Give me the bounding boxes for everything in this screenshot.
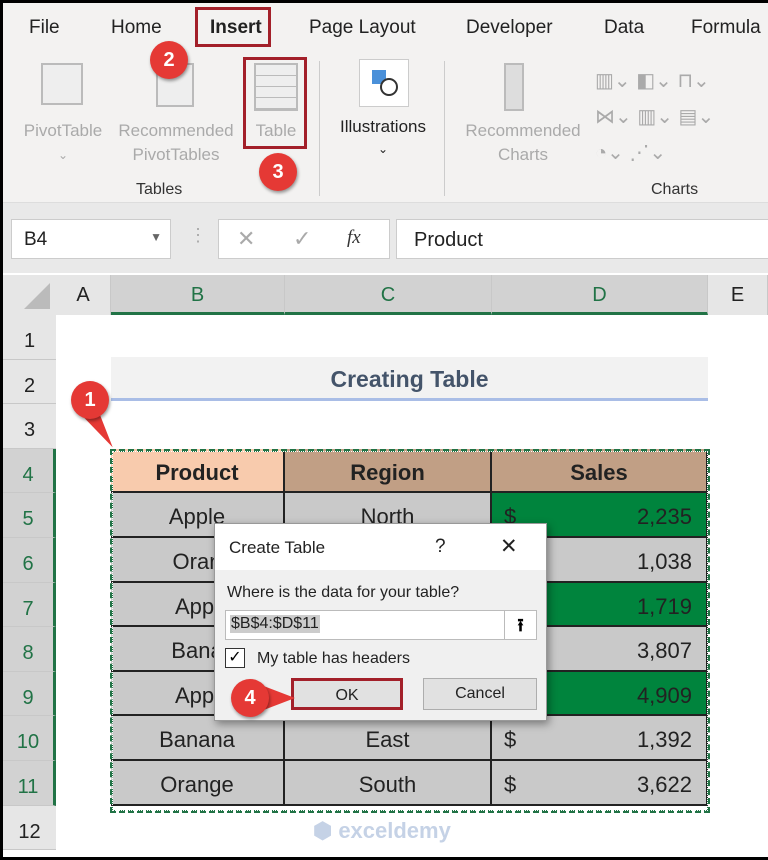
tab-page-layout[interactable]: Page Layout (309, 17, 416, 39)
dialog-titlebar: Create Table ? ✕ (215, 524, 546, 570)
formula-bar-area: B4 ▼ ⋮ ✕ ✓ fx Product (3, 203, 768, 273)
splitter-icon[interactable]: ⋮ (189, 225, 207, 246)
tab-formulas[interactable]: Formula (691, 17, 761, 39)
row-header-10[interactable]: 10 (3, 716, 56, 761)
sales-amount: 2,235 (636, 504, 692, 530)
currency-symbol: $ (504, 727, 517, 753)
tab-home[interactable]: Home (111, 17, 162, 39)
row-header-11[interactable]: 11 (3, 761, 56, 806)
headers-checkbox-label[interactable]: My table has headers (257, 650, 410, 668)
recommended-charts-button[interactable]: Recommended Charts (458, 61, 588, 171)
cancel-button[interactable]: Cancel (423, 678, 537, 710)
formula-input[interactable]: Product (396, 219, 768, 259)
sales-amount: 3,622 (636, 772, 692, 797)
ribbon-tabs: File Home Insert Page Layout Developer D… (3, 3, 768, 53)
chevron-down-icon: ⌄ (57, 148, 69, 162)
cell-region[interactable]: East (285, 716, 492, 761)
currency-symbol: $ (504, 772, 517, 797)
row-header-9[interactable]: 9 (3, 671, 56, 717)
cell-product[interactable]: Orange (111, 761, 285, 806)
row-header-6[interactable]: 6 (3, 538, 56, 583)
highlight-table (243, 57, 307, 149)
formula-buttons: ✕ ✓ fx (218, 219, 390, 259)
row-header-2[interactable]: 2 (3, 359, 56, 405)
pivottable-icon (41, 63, 83, 105)
step-badge-2: 2 (150, 41, 188, 79)
combo-chart-icon[interactable]: ▤⌄ (679, 106, 715, 128)
hierarchy-chart-icon[interactable]: ◧⌄ (636, 70, 672, 92)
header-product[interactable]: Product (111, 448, 285, 494)
row-header-1[interactable]: 1 (3, 315, 56, 360)
recommended-charts-icon (504, 63, 524, 111)
row-header-8[interactable]: 8 (3, 627, 56, 672)
cancel-icon[interactable]: ✕ (237, 226, 255, 252)
row-header-12[interactable]: 12 (3, 805, 56, 851)
headers-checkbox[interactable]: ✓ (225, 648, 245, 668)
cell-sales[interactable]: $3,622 (492, 761, 708, 806)
highlight-insert (195, 7, 271, 47)
cell-region[interactable]: South (285, 761, 492, 806)
chevron-down-icon: ⌄ (377, 142, 389, 156)
sales-amount: 3,807 (636, 638, 692, 664)
enter-icon[interactable]: ✓ (293, 226, 311, 252)
row-header-4[interactable]: 4 (3, 448, 56, 494)
cell-sales[interactable]: $1,392 (492, 716, 708, 761)
sales-amount: 1,392 (636, 727, 692, 753)
shapes-icon (359, 59, 409, 107)
line-chart-icon[interactable]: ⋈⌄ (595, 106, 632, 128)
exceldemy-watermark: ⬢ exceldemy (313, 818, 451, 843)
pivottable-button[interactable]: PivotTable ⌄ (17, 61, 109, 171)
row-header-3[interactable]: 3 (3, 404, 56, 449)
name-box[interactable]: B4 ▼ (11, 219, 171, 259)
range-input[interactable]: $B$4:$D$11 ⭱ (225, 610, 537, 640)
scatter-chart-icon[interactable]: ⋰⌄ (629, 142, 666, 164)
tab-developer[interactable]: Developer (466, 17, 553, 39)
select-all-button[interactable] (3, 275, 56, 315)
row-header-7[interactable]: 7 (3, 582, 56, 628)
illustrations-button[interactable]: Illustrations ⌄ (331, 57, 435, 167)
header-sales[interactable]: Sales (492, 448, 708, 494)
chart-type-icons[interactable]: ▥⌄ ◧⌄ ⊓⌄ ⋈⌄ ▥⌄ ▤⌄ ◔⌄ ⋰⌄ (595, 63, 714, 171)
stat-chart-icon[interactable]: ▥⌄ (637, 106, 673, 128)
pie-chart-icon[interactable]: ◔⌄ (595, 142, 624, 164)
step-badge-3: 3 (259, 153, 297, 191)
close-button[interactable]: ✕ (500, 534, 518, 559)
step-badge-4: 4 (231, 679, 269, 717)
function-icon[interactable]: fx (347, 227, 361, 249)
column-header-c[interactable]: C (285, 275, 492, 315)
column-header-b[interactable]: B (111, 275, 285, 315)
column-header-a[interactable]: A (56, 275, 111, 315)
step-badge-1: 1 (71, 381, 109, 419)
ok-button[interactable]: OK (291, 678, 403, 710)
sales-amount: 1,038 (636, 549, 692, 574)
row-header-5[interactable]: 5 (3, 493, 56, 538)
dropdown-arrow-icon[interactable]: ▼ (150, 230, 162, 244)
tab-file[interactable]: File (29, 17, 60, 39)
header-region[interactable]: Region (285, 448, 492, 494)
tab-data[interactable]: Data (604, 17, 644, 39)
column-chart-icon[interactable]: ▥⌄ (595, 70, 631, 92)
sales-amount: 1,719 (636, 593, 692, 619)
column-header-e[interactable]: E (708, 275, 768, 315)
sheet-title: Creating Table (111, 357, 708, 401)
dialog-title: Create Table (229, 538, 326, 557)
ribbon: PivotTable ⌄ Recommended PivotTables Tab… (3, 53, 768, 203)
column-header-d[interactable]: D (492, 275, 708, 315)
waterfall-chart-icon[interactable]: ⊓⌄ (677, 70, 709, 92)
help-button[interactable]: ? (435, 536, 446, 558)
sales-amount: 4,909 (636, 682, 692, 708)
range-prompt: Where is the data for your table? (227, 584, 460, 601)
collapse-dialog-icon[interactable]: ⭱ (504, 611, 536, 639)
cell-product[interactable]: Banana (111, 716, 285, 761)
